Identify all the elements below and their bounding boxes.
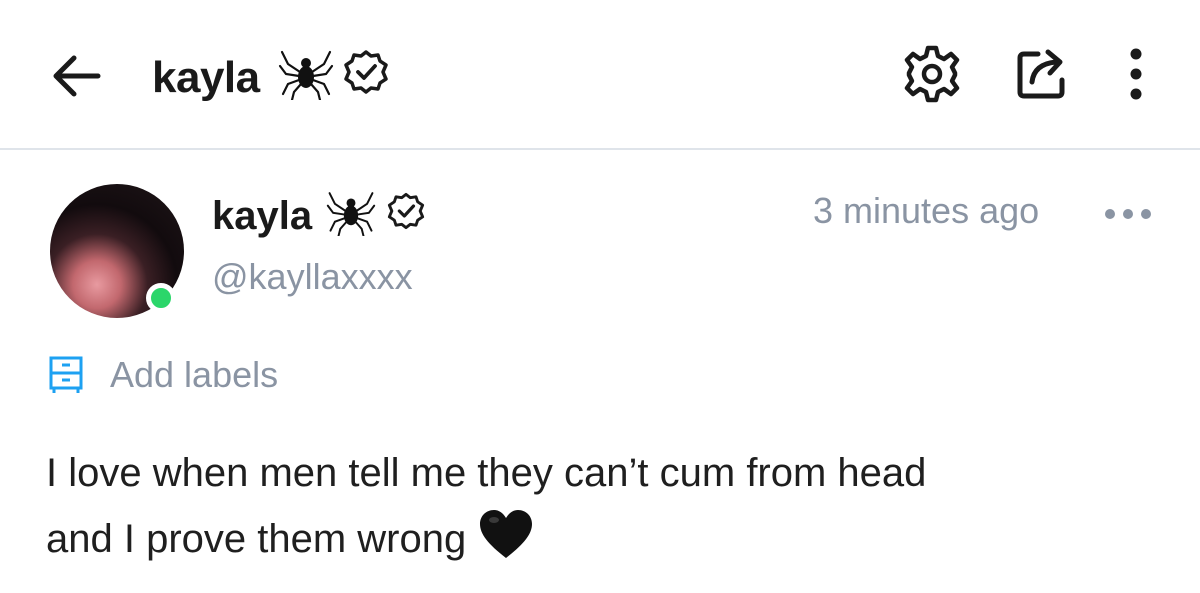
settings-button[interactable]: [900, 42, 964, 106]
gear-icon: [904, 45, 960, 103]
post-text-line: and I prove them wrong: [46, 517, 467, 561]
page-title: kayla: [152, 52, 260, 102]
black-heart-icon: [478, 508, 534, 580]
post-body: I love when men tell me they can’t cum f…: [46, 440, 1166, 580]
post-more-button[interactable]: [1100, 196, 1156, 232]
label-drawer-icon: [49, 356, 83, 393]
share-button[interactable]: [1010, 42, 1074, 106]
post-text-line-with-emoji: and I prove them wrong: [46, 506, 1166, 580]
add-labels-button[interactable]: Add labels: [48, 354, 278, 396]
author-handle[interactable]: @kayllaxxxx: [212, 256, 413, 298]
kebab-menu-icon: [1130, 48, 1142, 100]
verified-badge-icon: [342, 48, 390, 107]
spider-emoji-icon: [278, 44, 334, 111]
top-bar: kayla: [0, 0, 1200, 150]
post-text-line: I love when men tell me they can’t cum f…: [46, 451, 927, 495]
horizontal-dots-icon: [1105, 209, 1151, 219]
arrow-left-icon: [53, 55, 101, 97]
author-name-group[interactable]: kayla: [212, 186, 426, 246]
online-status-indicator: [146, 283, 176, 313]
verified-badge-icon: [386, 191, 426, 241]
share-icon: [1017, 49, 1065, 99]
author-name: kayla: [212, 193, 313, 238]
spider-emoji-icon: [326, 186, 376, 246]
more-options-button[interactable]: [1112, 42, 1160, 106]
header-title-group: kayla: [152, 44, 390, 111]
back-button[interactable]: [48, 48, 104, 104]
add-labels-label: Add labels: [110, 354, 279, 395]
post-timestamp: 3 minutes ago: [813, 190, 1040, 231]
